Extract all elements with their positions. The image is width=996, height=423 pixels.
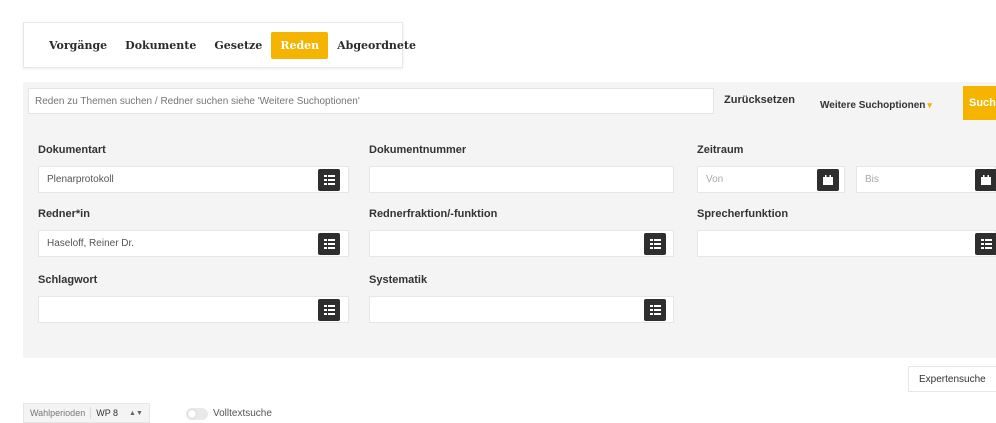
list-icon xyxy=(980,239,992,249)
toggle-knob xyxy=(188,410,196,418)
tab-reden[interactable]: Reden xyxy=(271,31,329,59)
wahlperioden-label: Wahlperioden xyxy=(30,408,86,418)
zeitraum-label: Zeitraum xyxy=(697,144,744,156)
sprecherfunktion-label: Sprecherfunktion xyxy=(697,208,789,220)
select-arrows-icon: ▲▼ xyxy=(129,409,143,417)
systematik-list-button[interactable] xyxy=(644,299,666,321)
reset-button[interactable]: Zurücksetzen xyxy=(724,94,795,106)
schlagwort-list-button[interactable] xyxy=(318,299,340,321)
redner-list-button[interactable] xyxy=(318,233,340,255)
tab-gesetze[interactable]: Gesetze xyxy=(205,32,271,59)
calendar-icon xyxy=(823,175,833,185)
rednerfraktion-list-button[interactable] xyxy=(644,233,666,255)
list-icon xyxy=(323,175,335,185)
more-options-link[interactable]: Weitere Suchoptionen ▾ xyxy=(820,100,932,111)
more-options-label: Weitere Suchoptionen xyxy=(820,100,926,111)
dokumentnummer-label: Dokumentnummer xyxy=(369,144,467,156)
tab-dokumente[interactable]: Dokumente xyxy=(116,32,205,59)
list-icon xyxy=(323,305,335,315)
tab-vorgaenge[interactable]: Vorgänge xyxy=(40,32,116,59)
schlagwort-label: Schlagwort xyxy=(38,274,98,286)
expert-search-button[interactable]: Expertensuche xyxy=(908,366,996,392)
search-submit-button[interactable]: Such xyxy=(963,86,996,120)
search-input[interactable] xyxy=(28,88,714,114)
dokumentart-field[interactable]: Plenarprotokoll xyxy=(38,166,349,193)
fulltext-label: Volltextsuche xyxy=(213,408,272,419)
redner-field[interactable]: Haseloff, Reiner Dr. xyxy=(38,230,349,257)
dokumentart-list-button[interactable] xyxy=(318,169,340,191)
tab-abgeordnete[interactable]: Abgeordnete xyxy=(328,32,425,59)
schlagwort-field[interactable] xyxy=(38,296,349,323)
list-icon xyxy=(323,239,335,249)
list-icon xyxy=(649,239,661,249)
systematik-label: Systematik xyxy=(369,274,428,286)
fulltext-toggle[interactable] xyxy=(186,408,208,420)
search-category-tabs: Vorgänge Dokumente Gesetze Reden Abgeord… xyxy=(23,22,416,68)
to-calendar-button[interactable] xyxy=(975,169,996,191)
dokumentart-label: Dokumentart xyxy=(38,144,106,156)
wp-value: WP 8 xyxy=(96,408,119,418)
chevron-down-icon: ▾ xyxy=(927,100,932,110)
redner-label: Redner*in xyxy=(38,208,90,220)
from-calendar-button[interactable] xyxy=(817,169,839,191)
rednerfraktion-label: Rednerfraktion/-funktion xyxy=(369,208,498,220)
rednerfraktion-field[interactable] xyxy=(369,230,674,257)
wahlperiode-select[interactable]: Wahlperioden WP 8 ▲▼ xyxy=(23,403,150,423)
divider xyxy=(90,407,92,419)
calendar-icon xyxy=(981,175,991,185)
dokumentnummer-field[interactable] xyxy=(369,166,674,193)
systematik-field[interactable] xyxy=(369,296,674,323)
sprecherfunktion-field[interactable] xyxy=(697,230,996,257)
list-icon xyxy=(649,305,661,315)
sprecherfunktion-list-button[interactable] xyxy=(975,233,996,255)
